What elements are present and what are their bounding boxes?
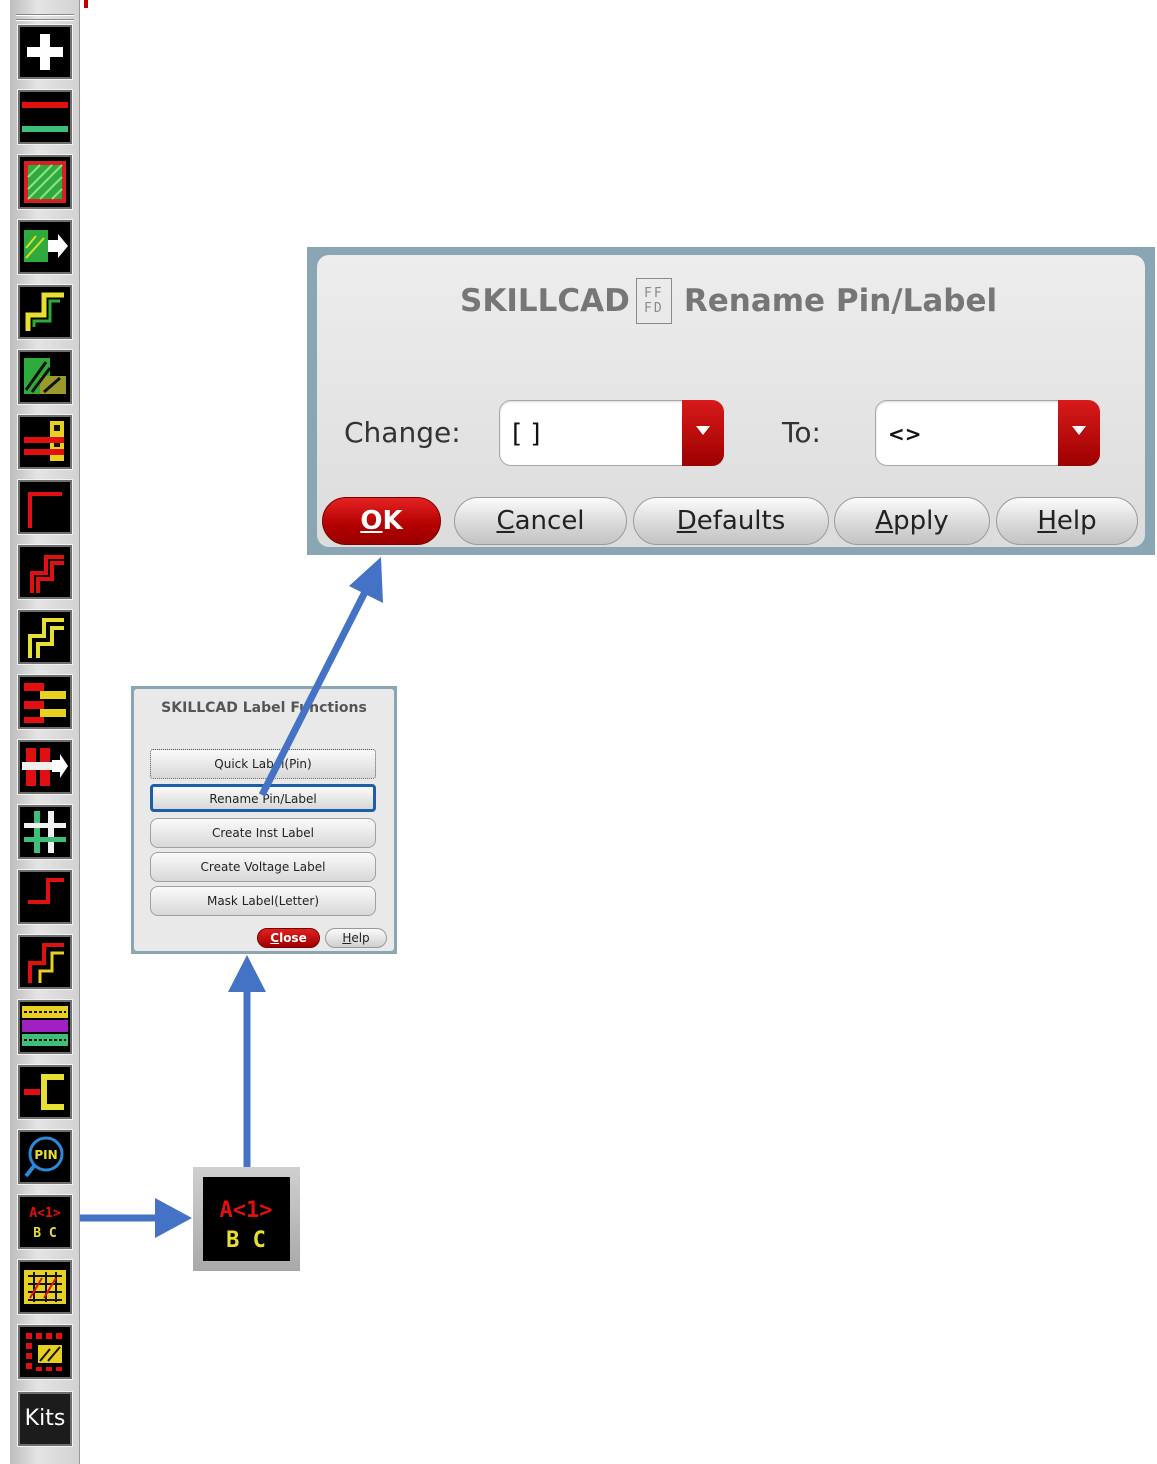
zoom-icon-bottom-text: B C [226,1228,266,1253]
shield-move-icon[interactable] [17,739,73,795]
to-dropdown-button[interactable] [1058,400,1100,466]
label-icon-bottom-text: B C [33,1226,56,1241]
toolbar-grip[interactable] [16,19,74,21]
stacked-bars-icon[interactable] [17,674,73,730]
wire-lines-icon[interactable] [17,89,73,145]
zoom-icon-top-text: A<1> [220,1198,273,1223]
to-label: To: [782,416,821,449]
apply-button[interactable]: Apply [834,497,990,545]
cancel-mnemonic: C [496,506,515,536]
arrow-head-right [155,1198,192,1238]
close-button[interactable]: Close [257,928,320,948]
help-button[interactable]: Help [996,497,1138,545]
ffd-logo-icon: FF FD [635,278,672,324]
dialog-title: SKILLCAD FF FD Rename Pin/Label [460,276,997,326]
change-combo[interactable]: [ ] [499,400,724,466]
add-icon[interactable] [17,24,73,80]
ok-mnemonic: O [360,506,383,536]
ok-button[interactable]: OK [322,497,441,545]
help-mnemonic: H [1037,506,1057,536]
create-voltage-label-button[interactable]: Create Voltage Label [150,852,376,882]
step-path-icon[interactable] [17,284,73,340]
kits-label: Kits [24,1406,66,1431]
apply-label: pply [893,506,949,536]
fill-rect-icon[interactable] [17,154,73,210]
toolbar-grip[interactable] [16,14,74,16]
chevron-down-icon [1072,426,1086,435]
quick-label-button[interactable]: Quick Label(Pin) [150,749,376,779]
icon-face: A<1> B C [203,1177,290,1261]
rename-pin-label-button[interactable]: Rename Pin/Label [150,784,376,812]
red-step-icon[interactable] [17,934,73,990]
pin-search-icon[interactable]: PIN [17,1129,73,1185]
help-mnemonic: H [342,931,352,945]
layer-stack-icon[interactable] [17,999,73,1055]
bus-stack-icon[interactable] [17,414,73,470]
label-icon-top-text: A<1> [29,1206,60,1221]
double-step-icon[interactable] [17,544,73,600]
apply-mnemonic: A [875,506,894,536]
close-label: lose [279,931,307,945]
help-label: elp [1056,506,1097,536]
arrow-head-up [228,955,266,992]
yellow-step-icon[interactable] [17,609,73,665]
cancel-label: ancel [514,506,585,536]
arrow-head-diagonal [349,557,383,603]
help-label: elp [351,931,370,945]
label-functions-icon[interactable]: A<1> B C [17,1194,73,1250]
move-shape-icon[interactable] [17,219,73,275]
tool-palette: PIN A<1> B C Kits [10,0,88,1464]
change-dropdown-button[interactable] [682,400,724,466]
corner-step-icon[interactable] [17,869,73,925]
label-functions-icon-zoomed: A<1> B C [193,1167,300,1271]
create-inst-label-button[interactable]: Create Inst Label [150,818,376,848]
chevron-down-icon [696,426,710,435]
title-text: Rename Pin/Label [683,283,998,319]
accent-line [84,0,88,8]
title-brand: SKILLCAD [460,283,630,319]
mask-label-button[interactable]: Mask Label(Letter) [150,886,376,916]
hatch-fill-icon[interactable] [17,349,73,405]
single-step-icon[interactable] [17,479,73,535]
grid-pattern-icon[interactable] [17,1259,73,1315]
cross-grid-icon[interactable] [17,804,73,860]
to-combo[interactable]: <> [875,400,1100,466]
change-value: [ ] [512,419,541,449]
dialog-title: SKILLCAD Label Functions [161,700,367,716]
defaults-label: efaults [696,506,786,536]
ok-label: K [382,506,403,536]
array-icon[interactable] [17,1324,73,1380]
defaults-mnemonic: D [676,506,697,536]
help-button[interactable]: Help [325,928,387,948]
svg-text:PIN: PIN [34,1148,57,1162]
bracket-connect-icon[interactable] [17,1064,73,1120]
cancel-button[interactable]: Cancel [454,497,627,545]
logo-top-text: FF [644,286,664,301]
logo-bottom-text: FD [644,301,664,316]
to-value: <> [888,422,922,446]
defaults-button[interactable]: Defaults [633,497,829,545]
change-label: Change: [344,416,461,449]
close-mnemonic: C [270,931,280,945]
kits-button[interactable]: Kits [17,1391,73,1447]
